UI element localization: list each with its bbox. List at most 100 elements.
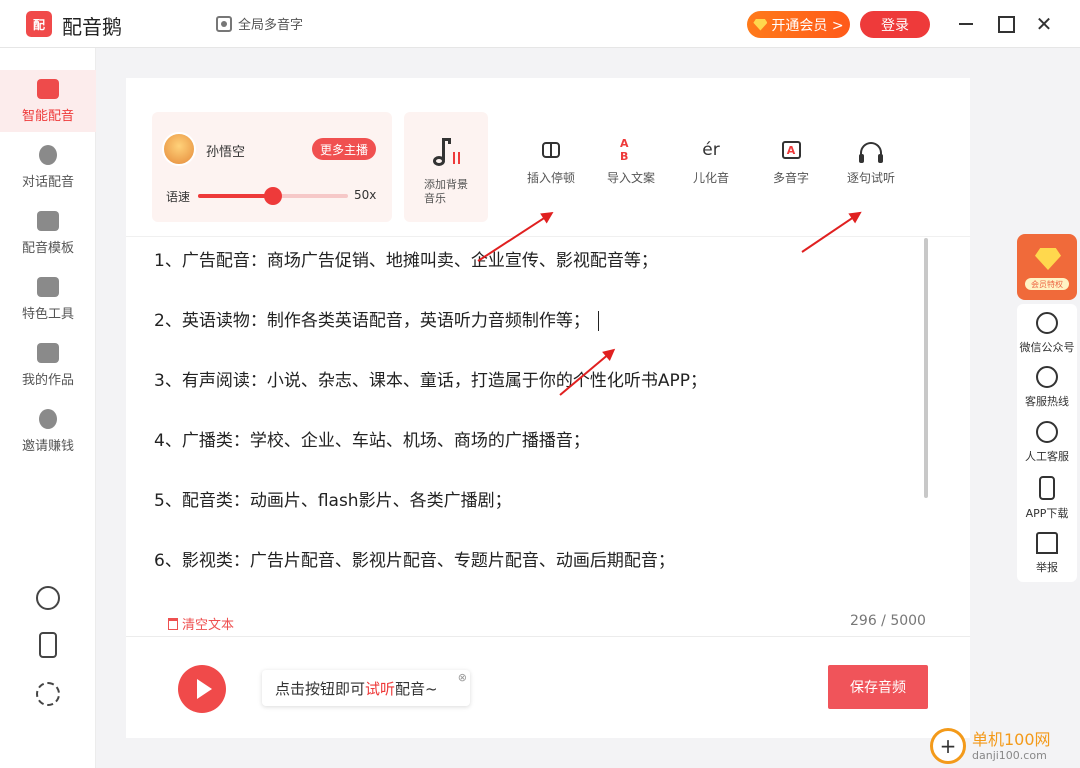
sidebar-item-invite[interactable]: 邀请赚钱 [0,400,96,462]
mobile-icon [1039,476,1055,500]
sidebar-item-dialog-dub[interactable]: 对话配音 [0,136,96,198]
pause-insert-icon [540,140,562,160]
title-bar: 配 配音鹅 全局多音字 开通会员 > 登录 ✕ [0,0,1080,48]
right-item-label: 客服热线 [1025,395,1069,408]
template-icon [37,210,59,231]
preview-tooltip: 点击按钮即可 试听 配音~ ⊗ [262,670,470,706]
sentence-preview-button[interactable]: 逐句试听 [839,140,903,186]
er-sound-icon: ér [702,140,720,160]
login-button[interactable]: 登录 [860,11,930,38]
divider [126,636,970,637]
speed-slider-handle[interactable] [264,187,282,205]
global-polyphone-label: 全局多音字 [238,18,304,33]
global-polyphone-button[interactable]: 全局多音字 [216,14,303,33]
text-line: 4、广播类：学校、企业、车站、机场、商场的广播播音； [154,431,590,451]
speed-label: 语速 [166,190,191,204]
right-item-label: APP下载 [1025,507,1069,520]
text-line: 1、广告配音：商场广告促销、地摊叫卖、企业宣传、影视配音等； [154,251,658,271]
add-bgm-label: 添加背景音乐 [424,178,468,205]
play-button[interactable] [178,665,226,713]
text-editor[interactable]: 1、广告配音：商场广告促销、地摊叫卖、企业宣传、影视配音等； 2、英语读物：制作… [154,246,924,606]
phone-icon[interactable] [39,632,57,658]
app-name: 配音鹅 [62,15,122,39]
sidebar-item-label: 智能配音 [21,108,74,124]
tool-label: 多音字 [772,171,809,185]
app-logo-icon: 配 [26,11,52,37]
tip-suffix: 配音~ [395,679,438,698]
insert-pause-button[interactable]: 插入停顿 [519,140,583,186]
diamond-icon [753,18,768,31]
app-download-button[interactable]: APP下载 [1017,476,1077,521]
polyphone-icon: A [780,140,802,160]
text-line: 2、英语读物：制作各类英语配音，英语听力音频制作等； [154,306,924,366]
sidebar-item-template[interactable]: 配音模板 [0,202,96,264]
music-icon [432,138,460,168]
sidebar-item-label: 邀请赚钱 [21,438,74,454]
anchor-card: 孙悟空 更多主播 语速 50x [152,112,392,222]
dialog-icon [39,144,57,165]
anchor-name: 孙悟空 [206,145,246,160]
alarm-icon [1036,532,1058,554]
wechat-official-button[interactable]: 微信公众号 [1017,312,1077,355]
watermark-url: danji100.com [972,748,1047,762]
plus-icon: + [930,728,966,764]
right-item-label: 微信公众号 [1019,341,1075,354]
minimize-icon[interactable] [956,14,976,34]
sidebar-item-my-works[interactable]: 我的作品 [0,334,96,396]
right-item-label: 人工客服 [1025,450,1069,463]
money-bag-icon [39,408,57,429]
char-count: 296 / 5000 [850,613,926,629]
report-button[interactable]: 举报 [1017,532,1077,575]
diamond-icon [1035,248,1061,270]
tool-label: 导入文案 [606,171,655,185]
er-sound-button[interactable]: ér 儿化音 [679,140,743,186]
headphone-icon [859,140,883,163]
tip-close-icon[interactable]: ⊗ [458,671,467,684]
divider [126,236,970,237]
left-sidebar: 智能配音 对话配音 配音模板 特色工具 我的作品 邀请赚钱 [0,48,96,768]
save-audio-button[interactable]: 保存音频 [828,665,928,709]
clear-text-label: 清空文本 [182,618,235,633]
phone-call-icon [1036,366,1058,388]
music-note-icon[interactable] [36,586,60,610]
tip-prefix: 点击按钮即可 [275,679,366,698]
watermark-text: 单机100网 [972,729,1051,749]
open-vip-button[interactable]: 开通会员 > [747,11,850,38]
right-item-label: 举报 [1036,561,1058,574]
maximize-icon[interactable] [996,14,1016,34]
sidebar-item-label: 配音模板 [21,240,74,256]
right-service-panel: 微信公众号 客服热线 人工客服 APP下载 举报 [1017,304,1077,582]
add-bgm-button[interactable]: 添加背景音乐 [404,112,488,222]
sidebar-item-label: 我的作品 [21,372,74,388]
tool-label: 儿化音 [692,171,729,185]
speed-slider-fill [198,194,273,198]
sidebar-item-tools[interactable]: 特色工具 [0,268,96,330]
text-line: 5、配音类：动画片、flash影片、各类广播剧； [154,491,512,511]
service-icon [1036,421,1058,443]
more-anchors-button[interactable]: 更多主播 [312,138,376,160]
tip-highlight: 试听 [365,679,396,698]
avatar[interactable] [162,132,196,166]
toolbox-icon [37,276,59,297]
sidebar-item-smart-dub[interactable]: 智能配音 [0,70,96,132]
import-text-icon: A B [620,137,631,163]
vip-privilege-button[interactable]: 会员特权 [1017,234,1077,300]
text-scrollbar[interactable] [924,238,928,498]
close-icon[interactable]: ✕ [1034,12,1054,36]
gear-icon[interactable] [36,682,60,706]
wechat-icon [1036,312,1058,334]
sidebar-item-label: 特色工具 [21,306,74,322]
speed-slider[interactable] [198,187,348,205]
tool-label: 插入停顿 [526,171,575,185]
vip-privilege-tag: 会员特权 [1025,278,1069,290]
hotline-button[interactable]: 客服热线 [1017,366,1077,409]
clear-text-button[interactable]: 清空文本 [168,614,234,633]
polyphone-button[interactable]: A 多音字 [759,140,823,186]
speed-value: 50x [354,188,377,202]
trash-icon [168,617,178,630]
human-service-button[interactable]: 人工客服 [1017,421,1077,464]
editor-panel: 孙悟空 更多主播 语速 50x 添加背景音乐 插入停顿 A B 导入文案 ér … [126,78,970,738]
import-text-button[interactable]: A B 导入文案 [599,137,663,186]
folder-icon [37,342,59,363]
open-vip-label: 开通会员 > [771,17,844,34]
